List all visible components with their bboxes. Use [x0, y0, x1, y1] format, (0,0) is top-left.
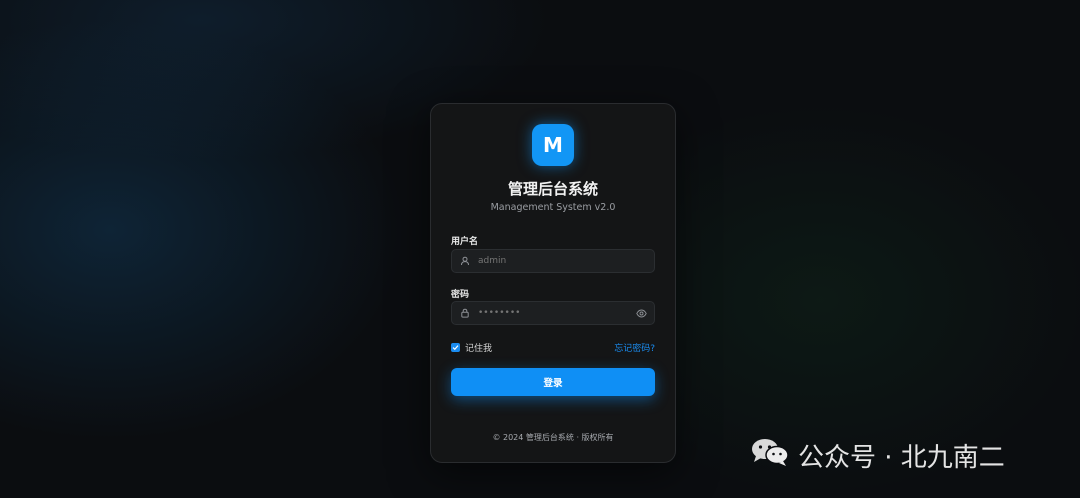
- footer-copyright: © 2024 管理后台系统 · 版权所有: [492, 433, 614, 442]
- forgot-password-link[interactable]: 忘记密码?: [614, 341, 655, 354]
- remember-label: 记住我: [465, 343, 493, 354]
- user-icon: [452, 256, 478, 266]
- username-label: 用户名: [451, 237, 479, 247]
- app-logo: M: [532, 124, 574, 166]
- remember-me[interactable]: 记住我: [451, 341, 492, 354]
- password-input[interactable]: [478, 302, 628, 324]
- check-icon: [452, 344, 459, 350]
- remember-row: 记住我 忘记密码?: [451, 340, 655, 354]
- page-subtitle: Management System v2.0: [490, 202, 616, 213]
- password-label: 密码: [451, 290, 470, 300]
- eye-icon[interactable]: [628, 309, 654, 318]
- lock-icon: [452, 308, 478, 318]
- username-field-wrapper: [451, 249, 655, 273]
- login-button[interactable]: 登录: [451, 368, 655, 396]
- watermark: 公众号 · 北九南二: [750, 437, 1005, 474]
- remember-checkbox[interactable]: [451, 342, 460, 352]
- page-title: 管理后台系统: [507, 180, 598, 198]
- watermark-text: 公众号 · 北九南二: [798, 442, 1005, 473]
- wechat-icon: [750, 437, 790, 474]
- logo-letter: M: [543, 133, 563, 157]
- username-input[interactable]: [478, 250, 654, 272]
- password-field-wrapper: [451, 301, 655, 325]
- login-card: M 管理后台系统 Management System v2.0 用户名 密码: [430, 103, 676, 463]
